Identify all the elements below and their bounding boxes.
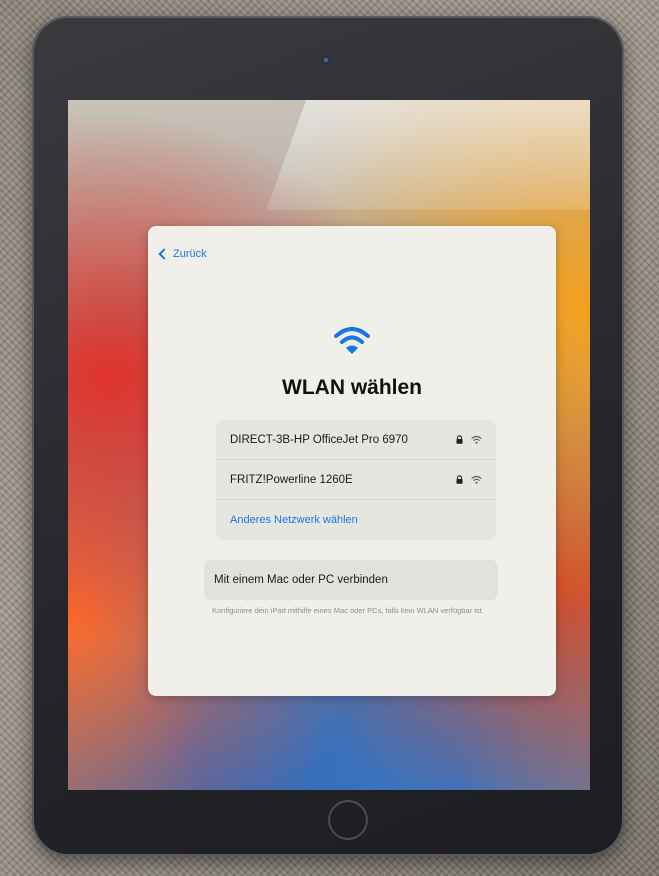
ipad-device: Zurück WLAN wählen DIRECT-3B-HP OfficeJe…	[32, 16, 624, 856]
home-button[interactable]	[328, 800, 368, 840]
connect-mac-pc-label: Mit einem Mac oder PC verbinden	[214, 574, 388, 586]
screen-reflection	[266, 100, 590, 210]
wifi-signal-icon	[471, 475, 482, 484]
connect-hint-text: Konfiguriere dein iPad mithilfe eines Ma…	[212, 606, 484, 615]
lock-icon	[456, 475, 463, 484]
back-button-label: Zurück	[173, 248, 207, 260]
wifi-icon	[334, 327, 370, 354]
lock-icon	[456, 435, 463, 444]
setup-dialog: Zurück WLAN wählen DIRECT-3B-HP OfficeJe…	[148, 226, 556, 696]
page-title: WLAN wählen	[282, 376, 422, 399]
network-list: DIRECT-3B-HP OfficeJet Pro 6970 FRITZ!Po…	[216, 420, 496, 540]
network-item[interactable]: FRITZ!Powerline 1260E	[216, 460, 496, 500]
other-network-link[interactable]: Anderes Netzwerk wählen	[216, 500, 496, 540]
front-camera	[322, 56, 330, 64]
back-button[interactable]: Zurück	[158, 248, 207, 260]
chevron-left-icon	[158, 248, 170, 260]
wifi-signal-icon	[471, 435, 482, 444]
connect-mac-pc-button[interactable]: Mit einem Mac oder PC verbinden	[204, 560, 498, 600]
network-name: DIRECT-3B-HP OfficeJet Pro 6970	[230, 433, 408, 446]
ipad-screen: Zurück WLAN wählen DIRECT-3B-HP OfficeJe…	[68, 100, 590, 790]
network-item[interactable]: DIRECT-3B-HP OfficeJet Pro 6970	[216, 420, 496, 460]
network-name: FRITZ!Powerline 1260E	[230, 473, 353, 486]
